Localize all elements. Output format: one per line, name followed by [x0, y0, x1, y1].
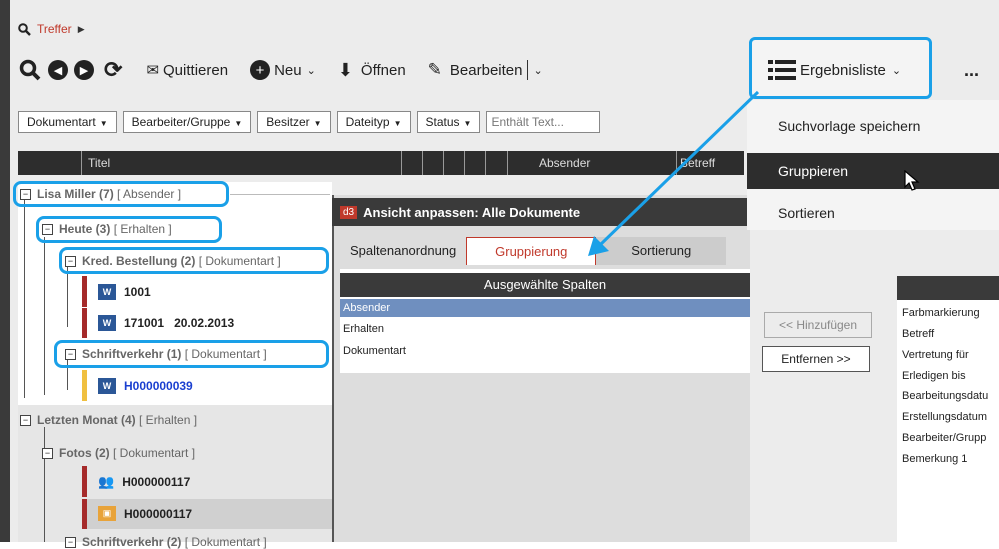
annotation-arrow — [588, 90, 760, 256]
